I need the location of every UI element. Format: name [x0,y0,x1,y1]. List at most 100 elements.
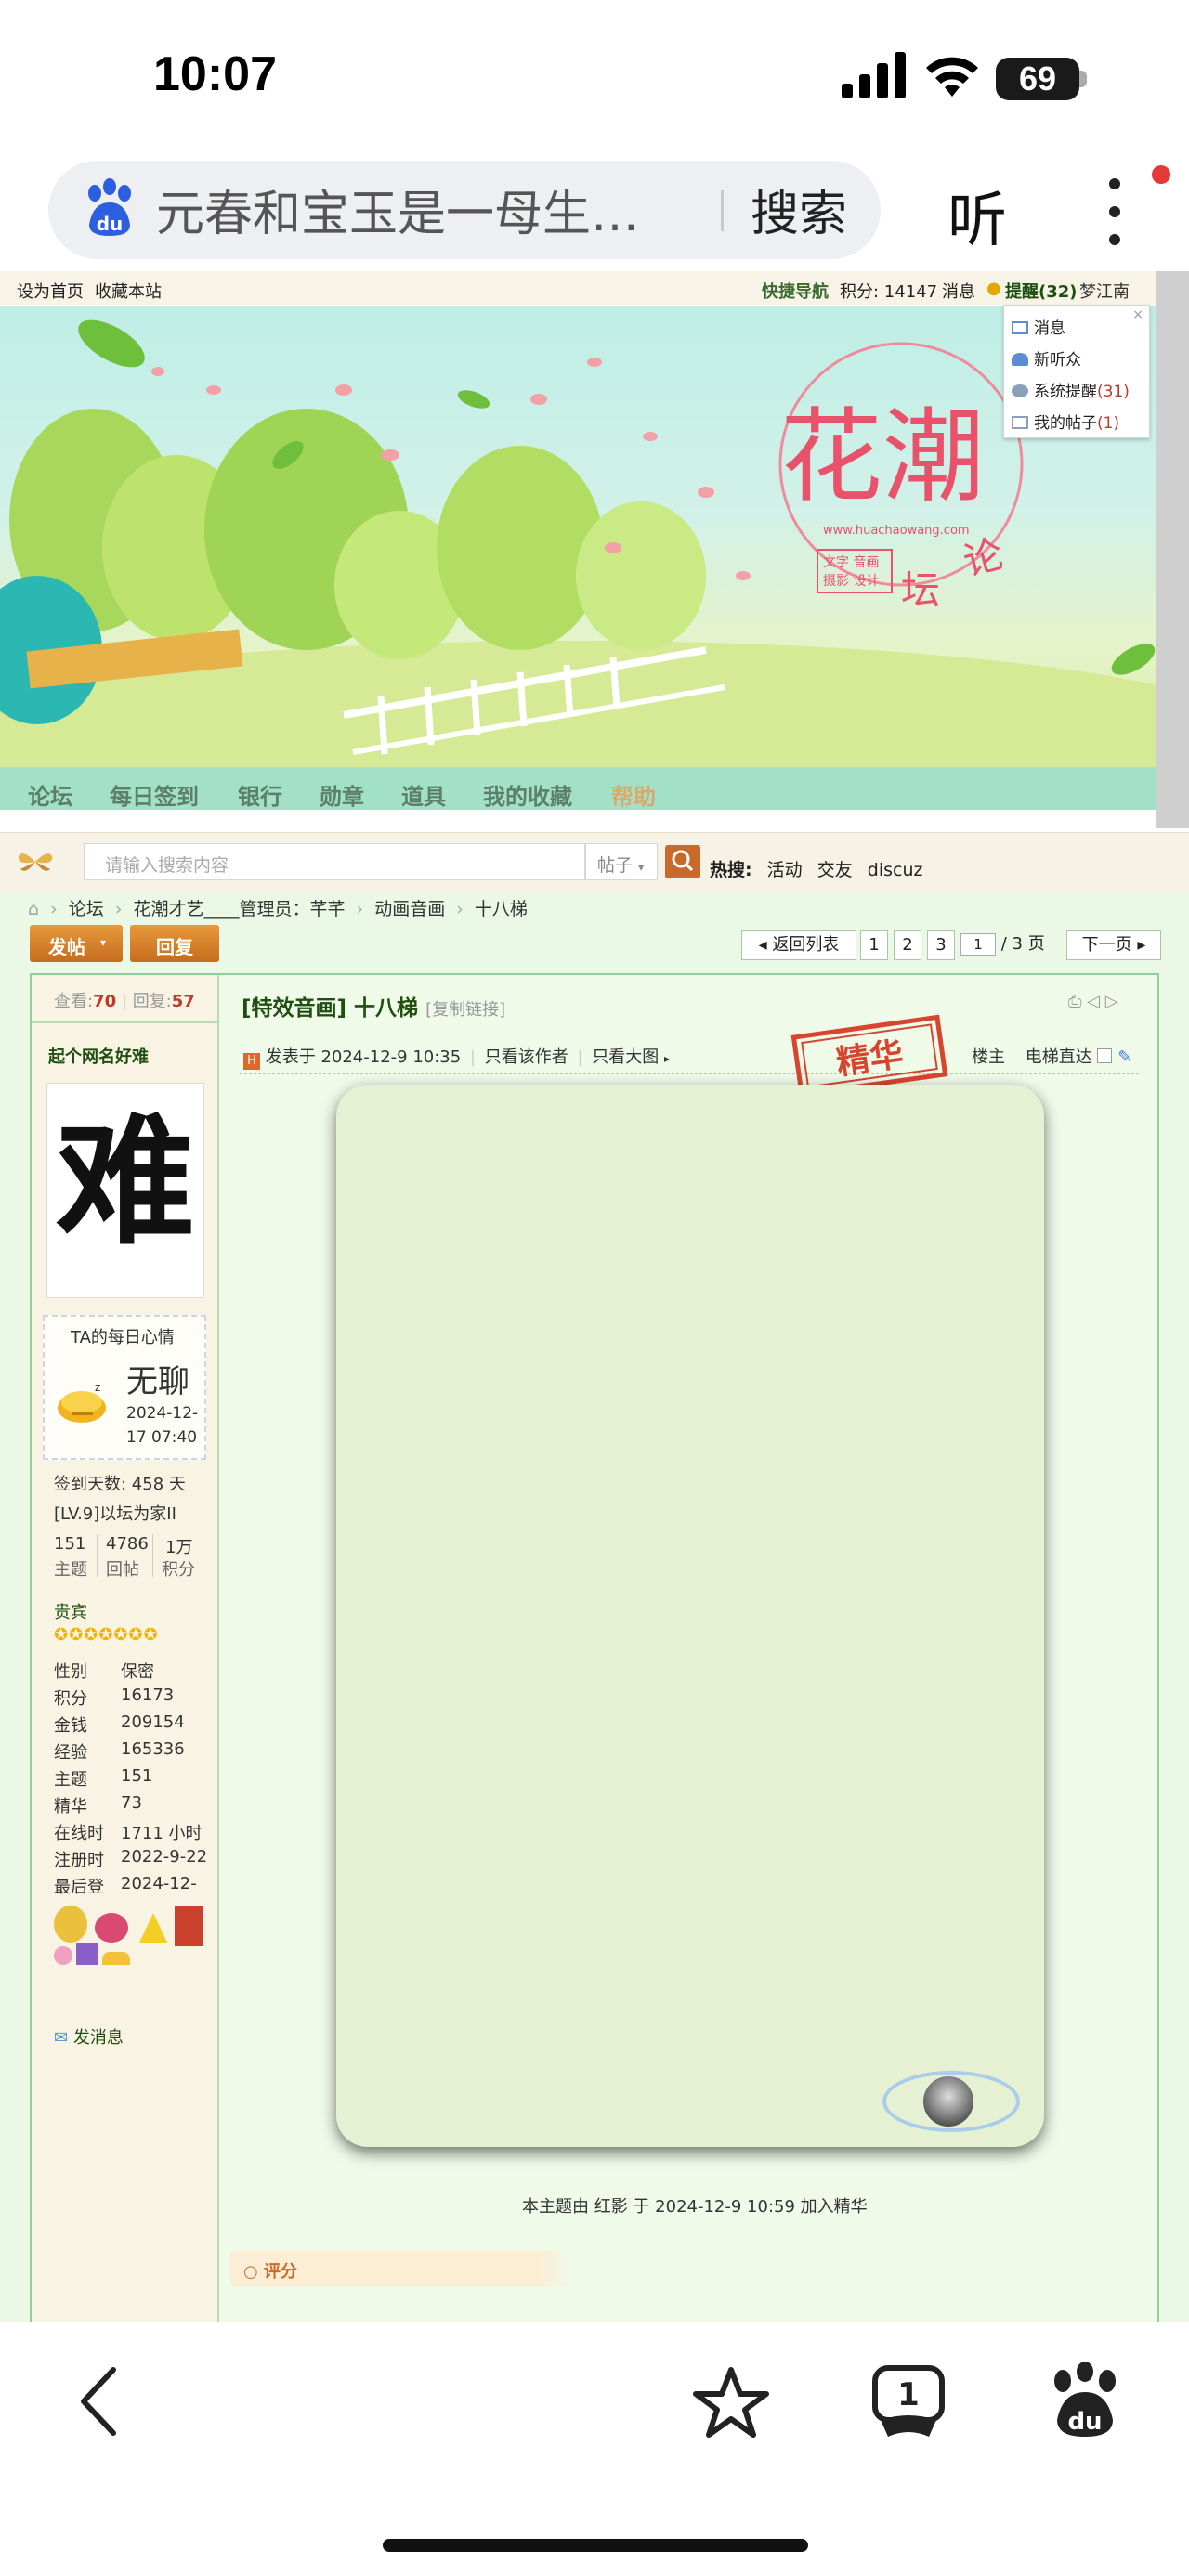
count-divider [152,1534,153,1577]
page-link[interactable]: 3 [927,930,955,960]
rate-link[interactable]: ○ 评分 [243,2258,297,2283]
nav-help[interactable]: 帮助 [611,778,656,811]
hot-item[interactable]: discuz [868,860,923,880]
menu-item-messages[interactable]: 消息 [1012,315,1065,338]
views-count: 查看:70 | 回复:57 [54,992,195,1011]
player-avatar-button[interactable] [882,2071,1020,2132]
count-points[interactable]: 1万 [165,1534,192,1558]
mail-icon [1012,321,1028,334]
post-player-frame[interactable] [336,1085,1044,2147]
search-query[interactable]: 元春和宝玉是一母生… [156,175,695,244]
only-author-link[interactable]: 只看该作者 [485,1047,568,1067]
home-icon[interactable]: ⌂ [28,899,39,919]
avatar-calligraphy: 难 [55,1100,195,1264]
hot-item[interactable]: 交友 [817,860,853,880]
nav-checkin[interactable]: 每日签到 [110,778,199,811]
nav-bank[interactable]: 银行 [238,778,282,811]
chevron-left-icon: ◂ [758,935,773,955]
prev-thread-icon[interactable]: ◁ [1087,992,1100,1011]
author-name[interactable]: 起个网名好难 [48,1044,149,1068]
back-icon[interactable] [78,2366,119,2437]
next-thread-icon[interactable]: ▷ [1105,992,1118,1011]
home-indicator[interactable] [383,2539,808,2552]
back-to-list-button[interactable]: ◂ 返回列表 [741,930,856,960]
forum-nav: 论坛 每日签到 银行 勋章 道具 我的收藏 帮助 [0,767,1156,810]
star-icon[interactable] [693,2366,769,2439]
nav-props[interactable]: 道具 [401,778,446,811]
breadcrumb-item[interactable]: 十八梯 [475,899,528,919]
next-page-button[interactable]: 下一页 ▸ [1066,930,1161,960]
avatar[interactable]: 难 [46,1083,204,1298]
hot-item[interactable]: 活动 [767,860,803,880]
medal-icon[interactable] [95,1913,128,1943]
browser-bottom-bar [0,2322,1189,2576]
big-image-link[interactable]: 只看大图 [592,1047,659,1067]
send-message-link[interactable]: ✉ 发消息 [54,2024,124,2049]
nav-favorites[interactable]: 我的收藏 [483,778,572,811]
search-divider [721,190,724,231]
copy-link[interactable]: [复制链接] [425,1000,505,1020]
forum-search-input[interactable]: 请输入搜索内容 [84,843,585,880]
wrench-icon[interactable]: ✎ [1117,1047,1131,1067]
search-type-select[interactable]: 帖子 ▾ [585,843,658,880]
username-link[interactable]: 梦江南 [1079,279,1130,303]
medal-icon[interactable] [102,1952,130,1965]
remind-link[interactable]: 提醒(32) [1005,279,1078,303]
post-tools: ⎙ ◁ ▷ [1068,992,1118,1011]
bookmark-link[interactable]: 收藏本站 [95,279,162,303]
forum-search-button[interactable] [665,845,700,878]
battery-cap [1079,71,1087,87]
svg-text:du: du [97,213,124,235]
svg-text:du: du [1067,2408,1102,2436]
points-link[interactable]: 积分: 14147 [840,279,937,303]
breadcrumb-item[interactable]: 动画音画 [374,899,445,919]
page-jump-input[interactable]: 1 [960,933,996,956]
notification-dot [1152,165,1170,184]
user-group[interactable]: 贵宾 [54,1599,87,1623]
chevron-right-icon: ▸ [664,1052,671,1065]
chevron-down-icon: ▾ [100,936,107,949]
page-jump: 1 / 3 页 [960,930,1061,960]
butterfly-icon [18,853,53,871]
nav-medals[interactable]: 勋章 [320,778,364,811]
notification-menu: × 消息 新听众 系统提醒(31) 我的帖子(1) [1003,305,1150,438]
elevator-input[interactable] [1097,1048,1113,1063]
print-icon[interactable]: ⎙ [1068,992,1081,1011]
search-button[interactable]: 搜索 [751,175,847,244]
elevator-link[interactable]: 电梯直达 [1026,1047,1092,1067]
breadcrumb-item[interactable]: 花潮才艺____管理员：芊芊 [133,899,345,919]
count-topics[interactable]: 151 [54,1534,85,1554]
medal-icon[interactable] [54,1946,72,1965]
menu-item-new-listeners[interactable]: 新听众 [1012,346,1081,370]
count-replies[interactable]: 4786 [106,1534,149,1554]
medal-icon[interactable] [175,1906,203,1946]
set-home-link[interactable]: 设为首页 [17,279,84,303]
page-link[interactable]: 1 [860,930,888,960]
menu-item-system-remind[interactable]: 系统提醒(31) [1012,378,1130,401]
medal-icon[interactable] [54,1906,87,1943]
nav-forum[interactable]: 论坛 [28,778,72,811]
close-icon[interactable]: × [1132,307,1143,322]
medal-icon[interactable] [139,1913,167,1943]
new-post-button[interactable]: 发帖 ▾ [30,925,123,962]
stat-value: 73 [121,1793,142,1813]
menu-item-my-posts[interactable]: 我的帖子(1) [1012,410,1119,433]
stat-value: 165336 [121,1739,185,1759]
breadcrumb-item[interactable]: 论坛 [69,899,104,919]
listen-button[interactable]: 听 [947,173,1007,258]
stat-label: 经验 [54,1743,87,1763]
tabs-icon[interactable]: 1 [871,2364,946,2440]
medals [54,1906,212,1965]
post-category[interactable]: [特效音画] [242,996,346,1021]
gear-icon [1012,384,1028,397]
messages-link[interactable]: 消息 [942,279,975,303]
reply-button[interactable]: 回复 [130,925,219,962]
page-link[interactable]: 2 [894,930,921,960]
more-icon[interactable] [1105,175,1124,249]
medal-icon[interactable] [76,1943,98,1965]
stat-value: 2024-12- [121,1874,197,1893]
quick-nav-link[interactable]: 快捷导航 [762,279,829,303]
page-scrollbar[interactable] [1156,271,1189,828]
baidu-home-icon[interactable]: du [1050,2362,1120,2440]
user-level: [LV.9]以坛为家II [54,1504,176,1524]
